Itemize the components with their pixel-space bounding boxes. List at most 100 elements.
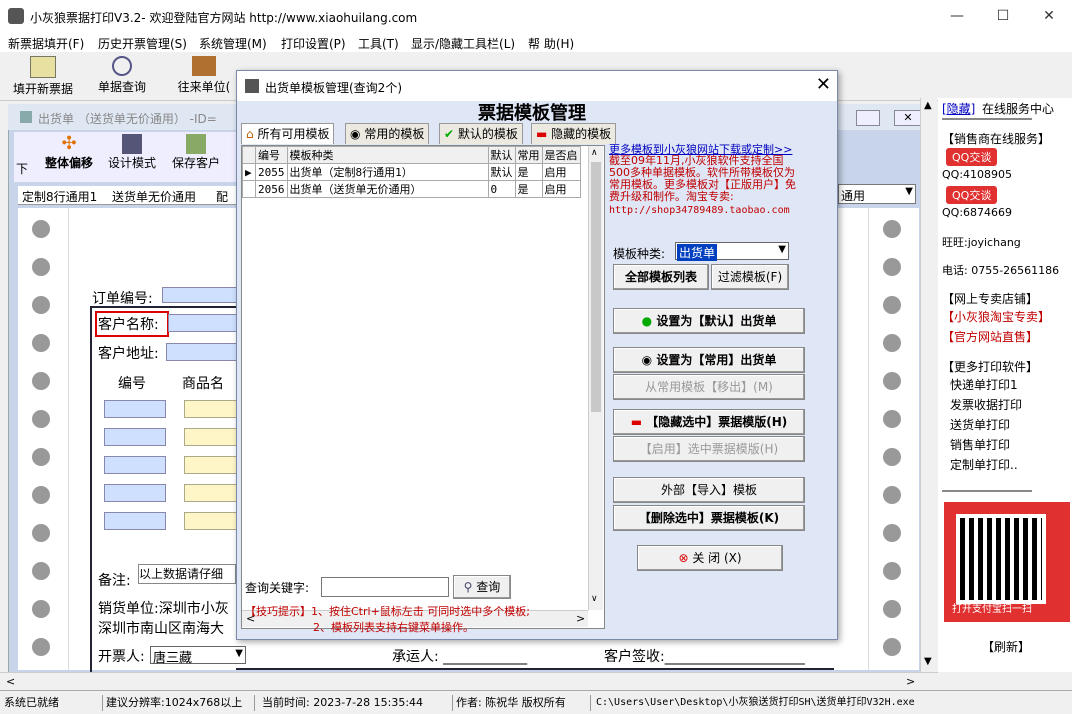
import-button[interactable]: 外部【导入】模板 (613, 477, 805, 503)
tab-hidden-templates[interactable]: ▬ 隐藏的模板 (531, 123, 617, 144)
title-bar: 小灰狼票据打印V3.2- 欢迎登陆官方网站 http://www.xiaohui… (0, 0, 1072, 32)
menu-history[interactable]: 历史开票管理(S) (98, 35, 187, 52)
child-restore-icon[interactable] (856, 110, 880, 126)
status-bar: 系统已就绪 建议分辨率:1024x768以上 当前时间: 2023-7-28 1… (0, 690, 1072, 714)
query-button[interactable]: 单据查询 (92, 54, 152, 98)
scroll-down-icon[interactable]: ▼ (924, 656, 932, 667)
minus-icon: ▬ (536, 127, 548, 141)
qq-number-2: QQ:6874669 (942, 206, 1013, 219)
scroll-up-icon[interactable]: ▲ (924, 100, 932, 111)
row-no-input[interactable] (104, 512, 166, 530)
menu-tools[interactable]: 工具(T) (358, 35, 399, 52)
soft-link[interactable]: 销售单打印 (950, 436, 1010, 453)
hide-selected-button[interactable]: ▬ 【隐藏选中】票据模版(H) (613, 409, 805, 435)
all-templates-button[interactable]: 全部模板列表 (613, 264, 709, 290)
soft-link[interactable]: 快递单打印1 (950, 376, 1018, 393)
row-no-input[interactable] (104, 400, 166, 418)
filter-button[interactable]: 过滤模板(F) (711, 264, 789, 290)
save-customer-button[interactable]: 保存客户 (168, 134, 224, 171)
minimize-icon[interactable]: — (934, 0, 980, 32)
maximize-icon[interactable]: ☐ (980, 0, 1026, 32)
tpl-tab-1[interactable]: 定制8行通用1 (22, 188, 97, 205)
taobao-link[interactable]: 【小灰狼淘宝专卖】 (942, 308, 1050, 325)
qr-caption: 打开支付宝扫一扫 (952, 604, 1032, 615)
list-vscroll[interactable]: ∧ ∨ (588, 146, 603, 610)
building-icon (192, 56, 216, 76)
row-no-input[interactable] (104, 456, 166, 474)
menu-print-settings[interactable]: 打印设置(P) (281, 35, 346, 52)
hide-link[interactable]: [隐藏] (942, 100, 975, 117)
menu-new-bill[interactable]: 新票据填开(F) (8, 35, 84, 52)
soft-link[interactable]: 送货单打印 (950, 416, 1010, 433)
row-no-input[interactable] (104, 428, 166, 446)
partner-button[interactable]: 往来单位( (172, 54, 236, 98)
tab-common-templates[interactable]: ◉ 常用的模板 (345, 123, 430, 144)
menu-help[interactable]: 帮 助(H) (528, 35, 574, 52)
tab-all-templates[interactable]: ⌂ 所有可用模板 (241, 123, 335, 144)
tab-default-templates[interactable]: ✔ 默认的模板 (439, 123, 523, 144)
down-button[interactable]: 下 (16, 160, 28, 177)
row-no-input[interactable] (104, 484, 166, 502)
col-header[interactable]: 编号 (255, 146, 288, 164)
official-link[interactable]: 【官方网站直售】 (942, 328, 1038, 345)
query-button[interactable]: ⚲ 查询 (453, 575, 511, 599)
col-header[interactable]: 默认 (487, 146, 516, 164)
scroll-up-icon[interactable]: ∧ (591, 148, 598, 158)
table-row[interactable]: ▶ 2055 出货单（定制8行通用1） 默认 是 启用 (242, 163, 581, 181)
row-name-input[interactable] (184, 456, 238, 474)
col-header[interactable]: 模板种类 (286, 146, 489, 164)
customer-addr-input[interactable] (166, 343, 238, 361)
qq-chat-button[interactable]: QQ交谈 (946, 186, 998, 204)
soft-link[interactable]: 定制单打印.. (950, 456, 1018, 473)
tpl-tab-2[interactable]: 送货单无价通用 (112, 188, 196, 205)
child-close-icon[interactable]: ✕ (894, 110, 922, 126)
mdi-hscroll[interactable]: < > (0, 672, 938, 691)
mdi-vscroll[interactable]: ▲ ▼ (920, 98, 937, 672)
tip-line-2: 2、模板列表支持右键菜单操作。 (313, 621, 474, 634)
enable-selected-button[interactable]: 【启用】选中票据模版(H) (613, 436, 805, 462)
scroll-thumb[interactable] (591, 162, 601, 412)
scroll-right-icon[interactable]: > (906, 675, 915, 688)
delete-selected-button[interactable]: 【删除选中】票据模板(K) (613, 505, 805, 531)
bill-bottom-line (236, 668, 834, 670)
row-name-input[interactable] (184, 484, 238, 502)
scroll-left-icon[interactable]: < (6, 675, 15, 688)
menu-toolbar-toggle[interactable]: 显示/隐藏工具栏(L) (411, 35, 515, 52)
customer-name-label: 客户名称: (98, 317, 159, 333)
order-no-input[interactable] (162, 287, 238, 303)
soft-link[interactable]: 发票收据打印 (950, 396, 1022, 413)
close-button[interactable]: ⊗ 关 闭 (X) (637, 545, 783, 571)
chevron-down-icon: ▼ (778, 244, 786, 255)
set-default-button[interactable]: ● 设置为【默认】出货单 (613, 308, 805, 334)
set-common-button[interactable]: ◉ 设置为【常用】出货单 (613, 347, 805, 373)
left-holes (18, 208, 69, 670)
refresh-link[interactable]: 【刷新】 (982, 638, 1030, 655)
row-name-input[interactable] (184, 428, 238, 446)
scroll-down-icon[interactable]: ∨ (591, 594, 598, 604)
keyword-input[interactable] (321, 577, 449, 597)
tab-all-label: 所有可用模板 (257, 127, 330, 141)
remove-common-button[interactable]: 从常用模板【移出】(M) (613, 374, 805, 400)
scroll-right-icon[interactable]: > (576, 612, 585, 625)
qq-chat-button[interactable]: QQ交谈 (946, 148, 998, 166)
customer-name-input[interactable] (168, 314, 238, 332)
tpl-tab-3[interactable]: 配 (216, 188, 228, 205)
new-bill-button[interactable]: 填开新票据 (8, 54, 78, 98)
move-button[interactable]: ✣ 整体偏移 (36, 134, 102, 171)
remark-value[interactable]: 以上数据请仔细 (138, 564, 236, 584)
template-list[interactable]: 编号 模板种类 默认 常用 是否启 ▶ 2055 出货单（定制8行通用1） 默认… (241, 145, 605, 629)
list-header: 编号 模板种类 默认 常用 是否启 (242, 146, 581, 164)
row-name-input[interactable] (184, 512, 238, 530)
col-header[interactable]: 常用 (514, 146, 543, 164)
close-icon[interactable]: ✕ (1026, 0, 1072, 32)
col-header[interactable]: 是否启 (541, 146, 581, 164)
issuer-select[interactable]: 唐三藏 ▼ (150, 646, 246, 666)
design-button[interactable]: 设计模式 (104, 134, 160, 171)
menu-system[interactable]: 系统管理(M) (199, 35, 267, 52)
template-combo[interactable]: 通用 ▼ (838, 184, 916, 204)
row-name-input[interactable] (184, 400, 238, 418)
dialog-close-icon[interactable]: ✕ (816, 74, 831, 95)
table-row[interactable]: 2056 出货单（送货单无价通用） 0 是 启用 (242, 180, 581, 198)
type-select[interactable]: 出货单 ▼ (675, 242, 789, 261)
shop-url[interactable]: http://shop34789489.taobao.com (609, 205, 790, 216)
